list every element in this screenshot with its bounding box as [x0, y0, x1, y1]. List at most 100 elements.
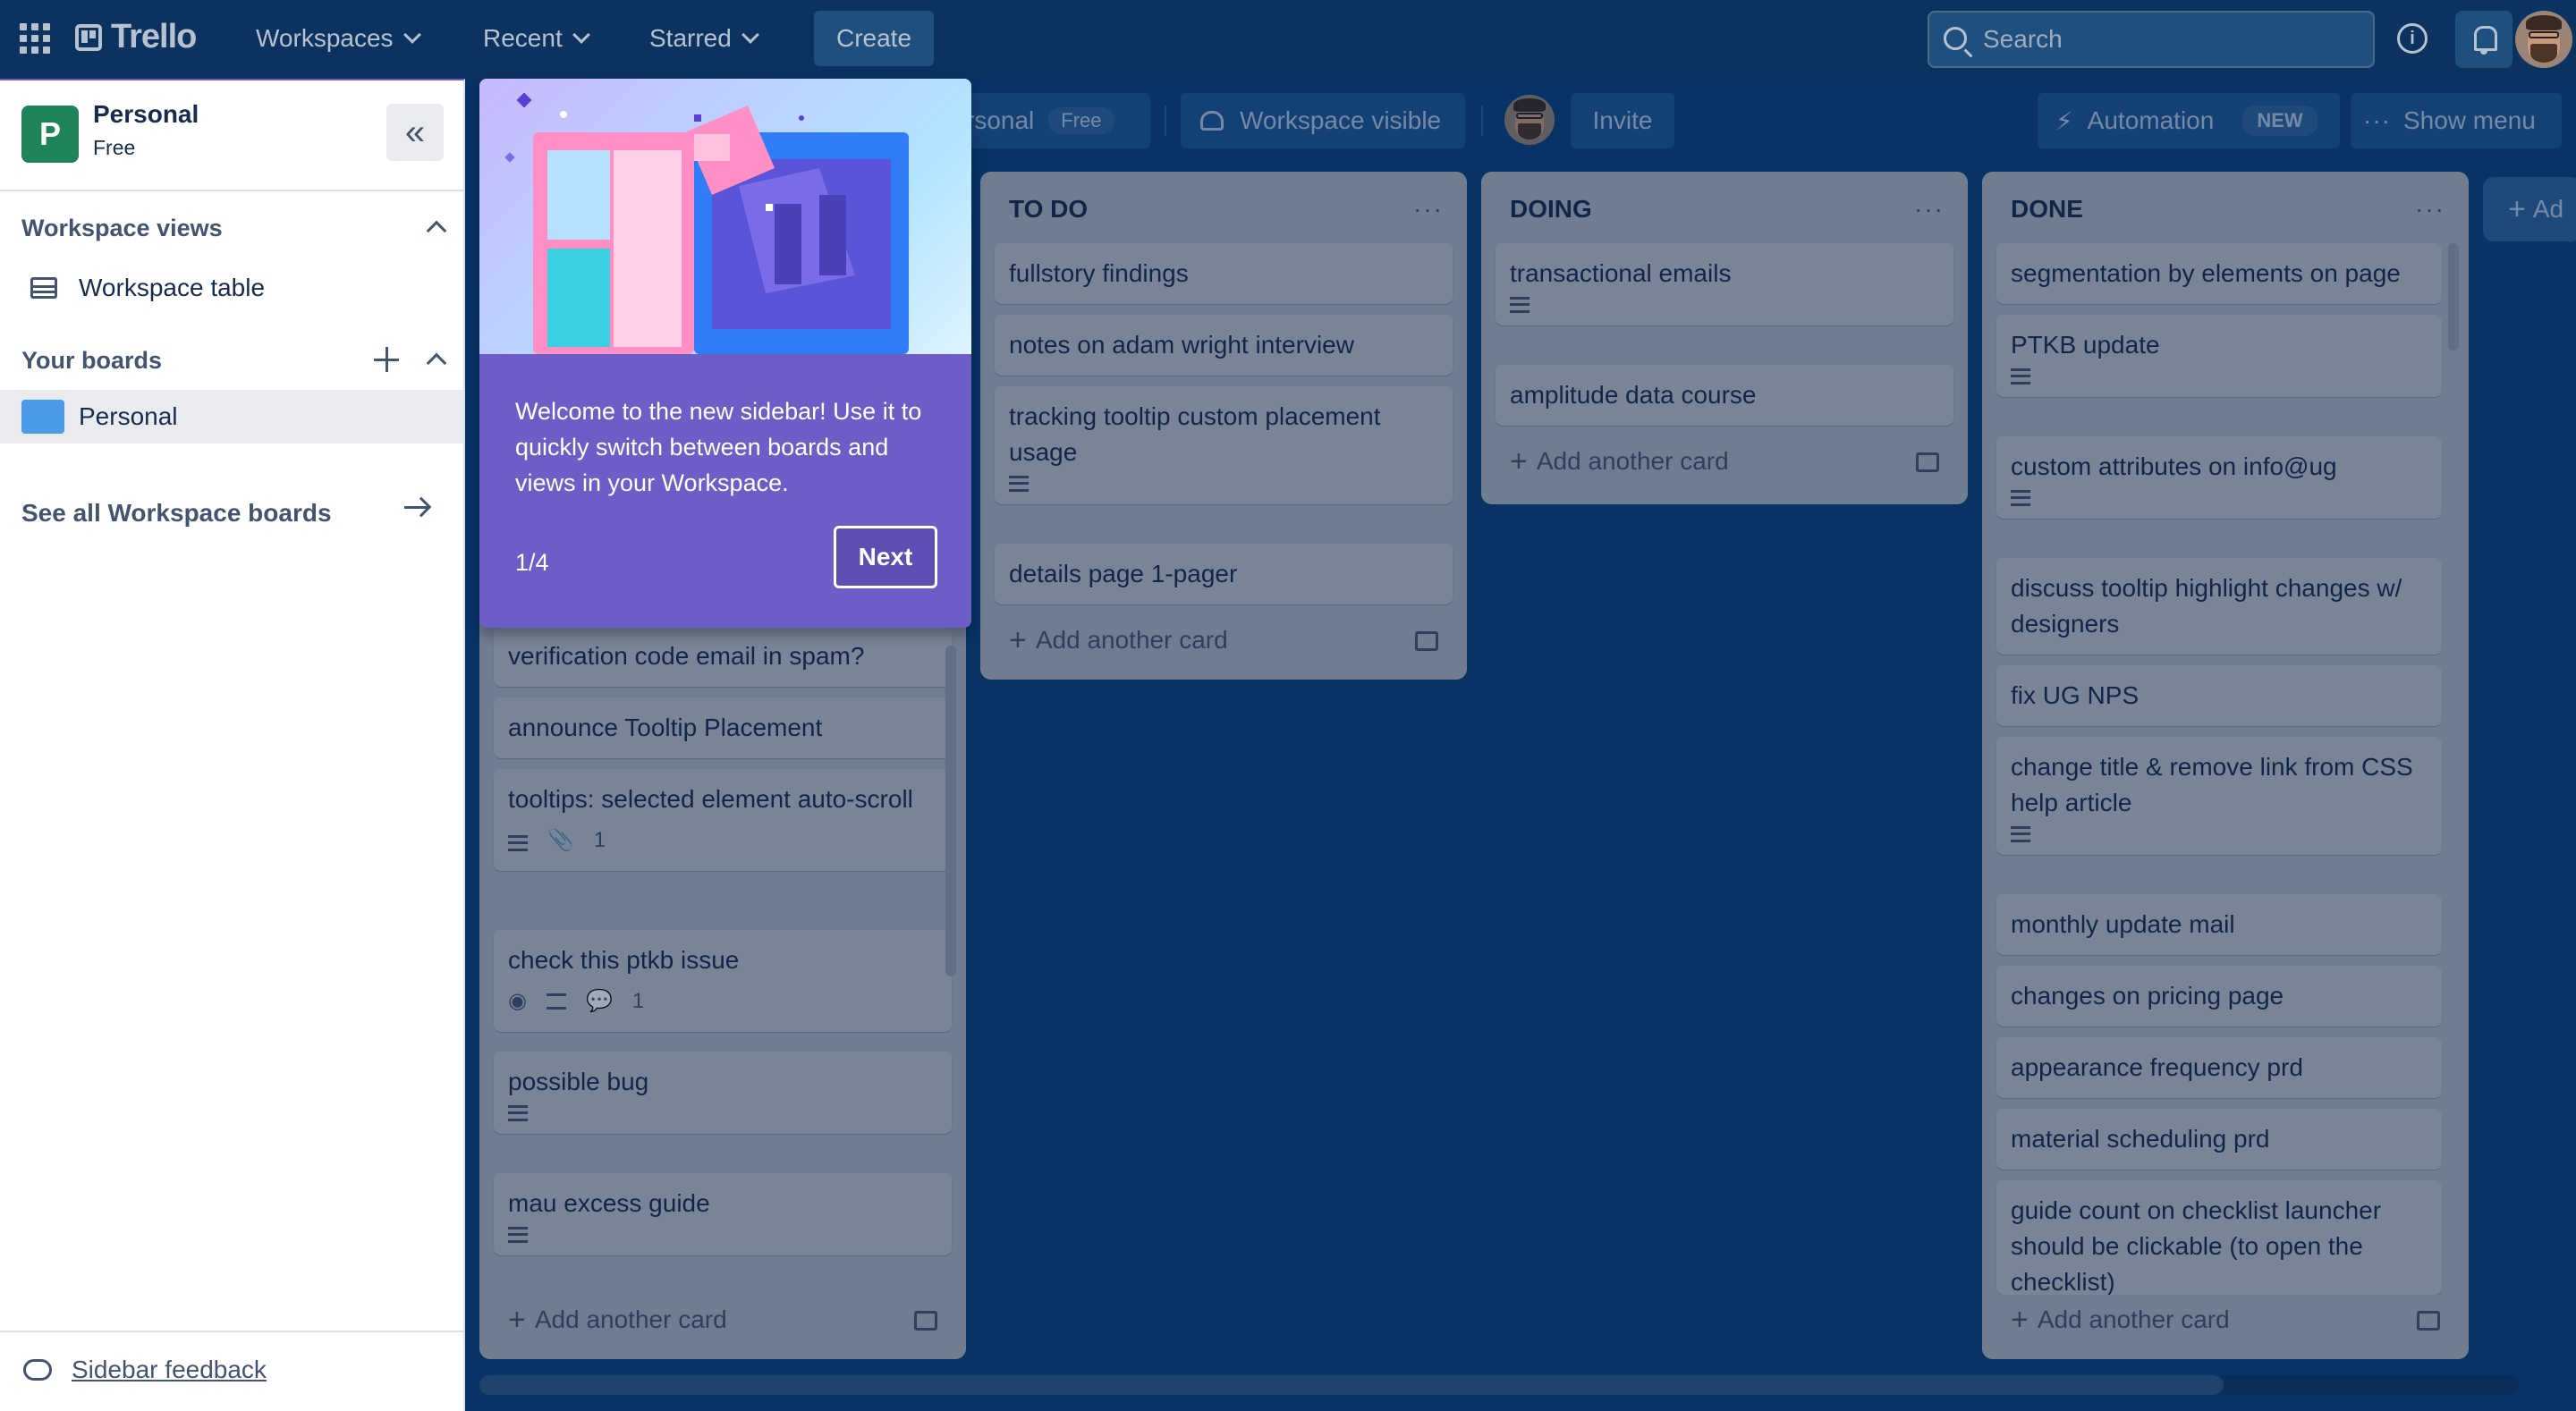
card[interactable]: fullstory findings: [995, 243, 1453, 304]
sidebar-illustration: [479, 79, 971, 354]
board-scrollbar-thumb[interactable]: [479, 1375, 2224, 1395]
workspace-name[interactable]: Personal: [93, 100, 199, 129]
list-todo: TO DO ··· fullstory findings notes on ad…: [980, 172, 1467, 680]
card[interactable]: verification code email in spam?: [494, 626, 952, 687]
starred-menu-button[interactable]: Starred: [633, 13, 773, 64]
lightning-icon: ⚡: [2055, 106, 2073, 135]
list-title[interactable]: DONE: [2011, 195, 2083, 224]
list-title[interactable]: TO DO: [1009, 195, 1088, 224]
notifications-bell-icon[interactable]: [2455, 11, 2512, 68]
card[interactable]: announce Tooltip Placement: [494, 697, 952, 758]
card-template-icon[interactable]: [914, 1311, 937, 1331]
sidebar-feedback-link[interactable]: Sidebar feedback: [72, 1356, 267, 1384]
card[interactable]: custom attributes on info@ug: [1996, 436, 2442, 519]
add-board-icon[interactable]: [374, 347, 399, 372]
trello-logo[interactable]: Trello: [75, 18, 197, 56]
user-avatar[interactable]: [2515, 11, 2572, 68]
next-button[interactable]: Next: [834, 526, 937, 588]
recent-label: Recent: [483, 24, 563, 52]
plus-icon: +: [508, 1303, 526, 1337]
list-menu-icon[interactable]: ···: [1914, 195, 1945, 224]
card-title: fullstory findings: [1009, 259, 1189, 287]
show-menu-button[interactable]: ··· Show menu: [2351, 93, 2562, 148]
card[interactable]: guide count on checklist launcher should…: [1996, 1180, 2442, 1295]
card-title: change title & remove link from CSS help…: [2011, 753, 2413, 816]
card[interactable]: segmentation by elements on page: [1996, 243, 2442, 304]
plus-icon: +: [1510, 444, 1528, 478]
card-title: notes on adam wright interview: [1009, 331, 1354, 359]
chevron-down-icon: [402, 26, 421, 44]
comment-count: 1: [631, 989, 645, 1013]
card[interactable]: monthly update mail: [1996, 894, 2442, 955]
chevron-up-icon[interactable]: [426, 352, 447, 374]
add-card-button[interactable]: + Add another card: [508, 1303, 727, 1337]
description-icon: [2011, 826, 2030, 842]
add-list-button[interactable]: + Ad: [2483, 177, 2576, 241]
card[interactable]: details page 1-pager: [995, 544, 1453, 604]
app-switcher-icon[interactable]: [20, 23, 50, 54]
card-title: mau excess guide: [508, 1189, 710, 1217]
description-icon: [508, 1227, 528, 1243]
card[interactable]: changes on pricing page: [1996, 966, 2442, 1027]
divider: [0, 1331, 463, 1332]
list-scrollbar[interactable]: [2448, 243, 2459, 351]
card-title: details page 1-pager: [1009, 560, 1238, 587]
description-icon: [1009, 476, 1029, 492]
card[interactable]: check this ptkb issue ◉ 💬 1: [494, 930, 952, 1032]
add-card-label: Add another card: [534, 1305, 727, 1333]
board-name-button[interactable]: rsonal Free: [948, 93, 1150, 148]
card-title: announce Tooltip Placement: [508, 714, 823, 741]
visibility-label: Workspace visible: [1240, 106, 1442, 134]
card[interactable]: tooltips: selected element auto-scroll 📎…: [494, 769, 952, 871]
info-icon[interactable]: i: [2397, 23, 2428, 54]
collapse-sidebar-button[interactable]: «: [386, 104, 444, 161]
invite-button[interactable]: Invite: [1571, 93, 1674, 148]
add-card-button[interactable]: + Add another card: [1510, 444, 1729, 478]
list-scrollbar[interactable]: [945, 646, 956, 976]
divider: [0, 190, 463, 191]
list-menu-icon[interactable]: ···: [1413, 195, 1444, 224]
arrow-right-icon[interactable]: [404, 506, 428, 509]
card[interactable]: PTKB update: [1996, 315, 2442, 397]
new-badge: NEW: [2242, 106, 2318, 136]
list-done: DONE ··· segmentation by elements on pag…: [1982, 172, 2469, 1359]
visibility-button[interactable]: Workspace visible: [1181, 93, 1465, 148]
sidebar-item-board-personal[interactable]: Personal: [0, 390, 463, 444]
onboarding-popover: Welcome to the new sidebar! Use it to qu…: [479, 79, 971, 628]
card-title: guide count on checklist launcher should…: [2011, 1196, 2382, 1295]
description-icon: [546, 993, 566, 1010]
card[interactable]: fix UG NPS: [1996, 665, 2442, 726]
sidebar-item-workspace-table[interactable]: Workspace table: [0, 261, 463, 315]
card-template-icon[interactable]: [1415, 631, 1438, 651]
card[interactable]: notes on adam wright interview: [995, 315, 1453, 376]
workspaces-menu-button[interactable]: Workspaces: [240, 13, 435, 64]
card-template-icon[interactable]: [2417, 1311, 2440, 1331]
add-card-button[interactable]: + Add another card: [2011, 1305, 2230, 1335]
search-input[interactable]: Search: [1928, 11, 2375, 68]
card[interactable]: transactional emails: [1496, 243, 1953, 325]
card-template-icon[interactable]: [1916, 452, 1939, 472]
card[interactable]: tracking tooltip custom placement usage: [995, 386, 1453, 504]
see-all-boards-link[interactable]: See all Workspace boards: [21, 499, 332, 528]
add-card-button[interactable]: + Add another card: [1009, 625, 1228, 655]
automation-button[interactable]: ⚡ Automation NEW: [2038, 93, 2340, 148]
list-menu-icon[interactable]: ···: [2415, 195, 2445, 224]
card[interactable]: possible bug: [494, 1052, 952, 1134]
card[interactable]: appearance frequency prd: [1996, 1037, 2442, 1098]
member-avatar[interactable]: [1504, 95, 1555, 145]
workspace-views-heading: Workspace views: [21, 215, 223, 241]
workspace-icon[interactable]: P: [21, 106, 79, 163]
trello-mark-icon: [75, 23, 102, 51]
card-title: segmentation by elements on page: [2011, 259, 2401, 287]
recent-menu-button[interactable]: Recent: [467, 13, 604, 64]
workspace-plan: Free: [93, 136, 136, 159]
card[interactable]: discuss tooltip highlight changes w/ des…: [1996, 558, 2442, 655]
chevron-up-icon[interactable]: [426, 220, 447, 241]
card[interactable]: amplitude data course: [1496, 365, 1953, 426]
create-button[interactable]: Create: [814, 11, 934, 66]
card[interactable]: change title & remove link from CSS help…: [1996, 737, 2442, 855]
card[interactable]: material scheduling prd: [1996, 1109, 2442, 1170]
card[interactable]: mau excess guide: [494, 1173, 952, 1255]
list-title[interactable]: DOING: [1510, 195, 1592, 224]
card-title: amplitude data course: [1510, 381, 1757, 409]
